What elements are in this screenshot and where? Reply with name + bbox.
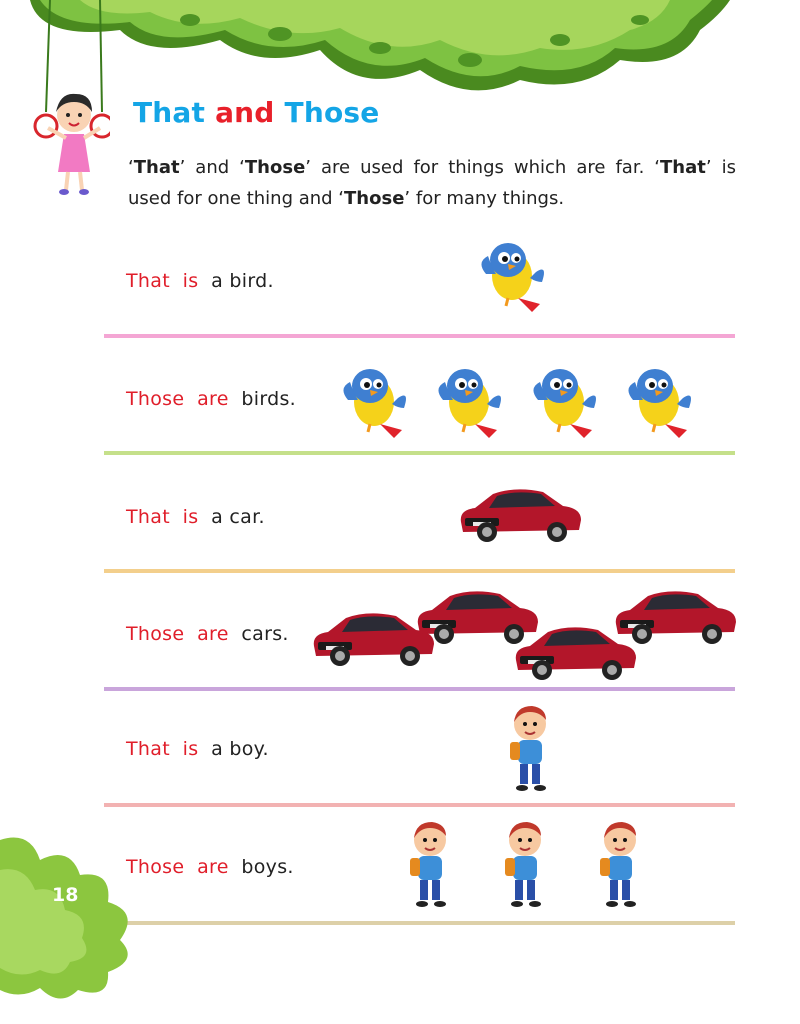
bird-illustration — [435, 360, 505, 444]
leaf-page-badge — [0, 837, 128, 999]
bird-illustration — [530, 360, 600, 444]
car-illustration — [610, 584, 740, 652]
bird-illustration — [340, 360, 410, 444]
page-number: 18 — [52, 884, 79, 906]
bird-illustration — [478, 234, 548, 318]
boy-illustration — [400, 818, 460, 918]
car-illustration — [455, 482, 585, 550]
boy-illustration — [495, 818, 555, 918]
boy-illustration — [500, 702, 560, 802]
boy-illustration — [590, 818, 650, 918]
bird-illustration — [625, 360, 695, 444]
